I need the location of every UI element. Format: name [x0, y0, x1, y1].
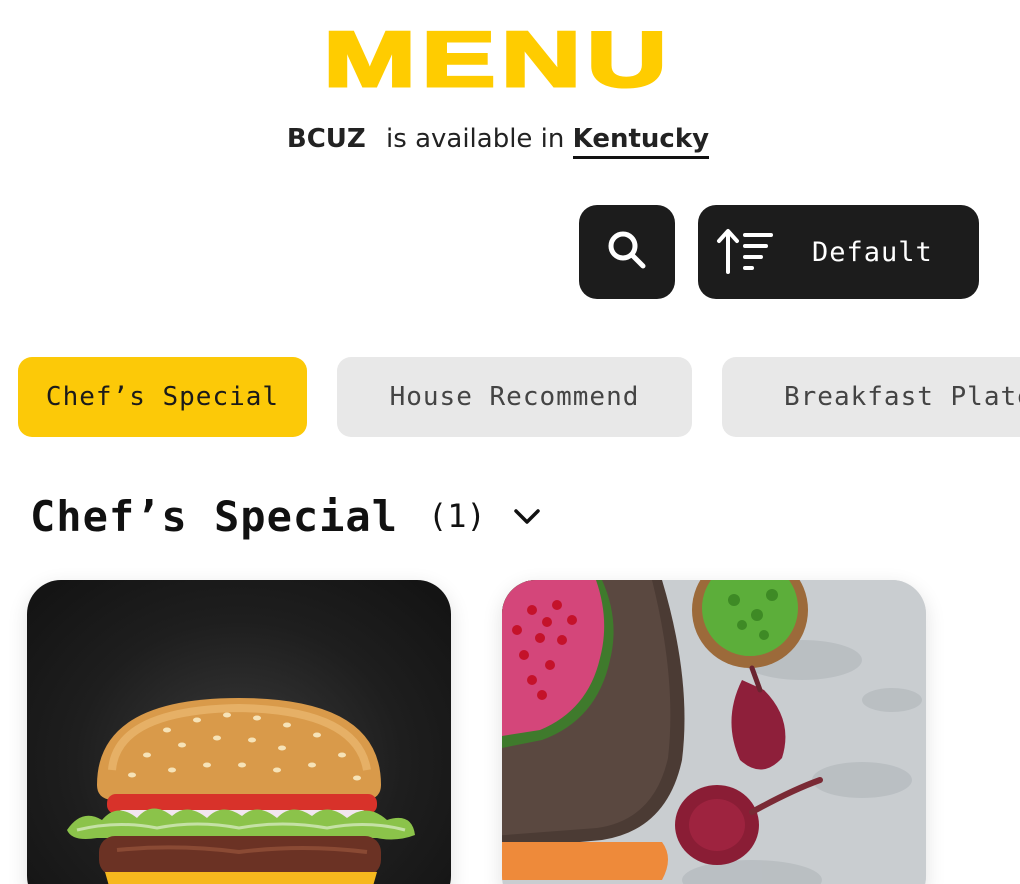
- availability-text: is available in: [386, 124, 565, 154]
- availability-line: BCUZ is available in Kentucky: [0, 124, 996, 159]
- menu-page: MENU BCUZ is available in Kentucky Defau…: [0, 0, 1020, 884]
- menu-item-card-dish[interactable]: [502, 580, 926, 884]
- sort-ascending-icon: [716, 226, 776, 278]
- search-button[interactable]: [579, 205, 675, 299]
- section-count: (1): [428, 497, 486, 535]
- section-header: Chef’s Special (1): [30, 486, 542, 546]
- chevron-down-icon[interactable]: [512, 505, 542, 527]
- category-chip-breakfast-plate[interactable]: Breakfast Plate: [722, 357, 1020, 437]
- burger-image: [67, 698, 415, 884]
- search-icon: [605, 228, 649, 276]
- menu-item-card-burger[interactable]: [27, 580, 451, 884]
- category-chip-house-recommend[interactable]: House Recommend: [337, 357, 692, 437]
- section-title: Chef’s Special: [30, 491, 399, 541]
- page-title: MENU: [321, 14, 673, 105]
- sort-button[interactable]: Default: [698, 205, 979, 299]
- sort-label: Default: [812, 236, 933, 268]
- dish-image: [502, 580, 926, 884]
- category-chip-chefs-special[interactable]: Chef’s Special: [18, 357, 307, 437]
- location-link[interactable]: Kentucky: [572, 124, 710, 159]
- brand-name: BCUZ: [286, 124, 366, 154]
